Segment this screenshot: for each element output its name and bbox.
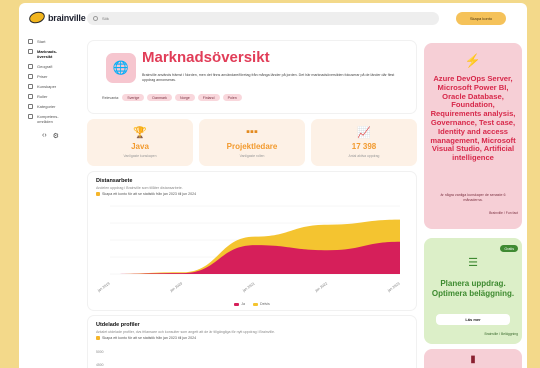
- y-tick-label: 5000: [96, 350, 104, 354]
- globe-icon: 🌐: [106, 53, 136, 83]
- map-icon: [28, 64, 33, 69]
- tag-finland[interactable]: Finland: [197, 94, 220, 101]
- target-icon: [28, 114, 33, 119]
- sidebar-item-skills[interactable]: Kunskaper: [28, 84, 88, 89]
- sidebar-item-geography[interactable]: Geografi: [28, 64, 88, 69]
- brand-name: brainville: [48, 12, 86, 23]
- fun-fact-card: ⚡ Azure DevOps Server, Microsoft Power B…: [424, 43, 522, 229]
- sidebar-item-competence-areas[interactable]: Kompetens-områden: [28, 114, 88, 124]
- fun-fact-subtitle: är några vanliga kunskaper de senaste 6 …: [440, 193, 506, 202]
- free-badge: Gratis: [500, 245, 518, 252]
- planning-title: Planera uppdrag. Optimera beläggning.: [431, 279, 515, 298]
- bulb-icon: [28, 84, 33, 89]
- trophy-icon: 🏆: [133, 127, 147, 139]
- search-icon: [93, 16, 98, 21]
- top-bar: brainville Skapa konto: [19, 3, 527, 33]
- grid-icon: [28, 39, 33, 44]
- brain-logo-icon: [27, 9, 47, 26]
- sidebar: Start Marknads-översikt Geografi Priser …: [28, 39, 88, 140]
- section-title: Distansarbete: [96, 178, 133, 184]
- org-chart-icon: ▪▪▪: [246, 126, 258, 138]
- section-note: Skapa ett konto för att se statistik frå…: [96, 336, 196, 340]
- shared-profiles-card: Utdelade profiler Antalet utdelade profi…: [87, 315, 417, 368]
- folder-icon: [28, 104, 33, 109]
- x-tick-label: jan 2023: [386, 282, 400, 294]
- x-tick-label: jan 2020: [169, 282, 183, 294]
- price-icon: [28, 74, 33, 79]
- create-account-button[interactable]: Skapa konto: [456, 12, 506, 25]
- fun-fact-title: Azure DevOps Server, Microsoft Power BI,…: [430, 74, 516, 163]
- gear-icon[interactable]: ⚙: [53, 132, 59, 140]
- stat-value: Java: [131, 142, 149, 151]
- x-tick-label: jan 2019: [96, 282, 110, 294]
- stat-value: Projektledare: [226, 142, 278, 151]
- promo-card: ▮: [424, 349, 522, 368]
- distance-chart: jan 2019 jan 2020 jan 2021 jan 2022 jan 2023: [96, 205, 401, 294]
- sidebar-item-start[interactable]: Start: [28, 39, 88, 44]
- sidebar-item-categories[interactable]: Kategorier: [28, 104, 88, 109]
- hero-description: Brainville används främst i Norden, men …: [142, 73, 395, 82]
- x-tick-label: jan 2022: [314, 282, 328, 294]
- legend-item-partial[interactable]: Delvis: [253, 302, 270, 306]
- page-title: Marknadsöversikt: [142, 49, 270, 66]
- stat-card-role: ▪▪▪ Projektledare Vanligaste rollen: [199, 119, 305, 166]
- read-more-button[interactable]: Läs mer: [436, 314, 510, 325]
- tag-sweden[interactable]: Sverige: [122, 94, 145, 101]
- list-icon: ☰: [468, 257, 478, 269]
- fun-fact-source: Brainville / Fun fact: [489, 211, 518, 215]
- lightning-icon: ⚡: [464, 53, 482, 68]
- stat-caption: Vanligaste kunskapen: [123, 154, 157, 158]
- tag-poland[interactable]: Polen: [222, 94, 242, 101]
- distance-work-card: Distansarbete Andelen uppdrag i Brainvil…: [87, 171, 417, 311]
- stat-card-skill: 🏆 Java Vanligaste kunskapen: [87, 119, 193, 166]
- lock-icon: [96, 336, 100, 340]
- trend-chart-icon: 📈: [357, 127, 371, 139]
- tag-denmark[interactable]: Danmark: [147, 94, 172, 101]
- y-tick-label: 4500: [96, 363, 104, 367]
- person-icon: [28, 94, 33, 99]
- legend-item-yes[interactable]: Ja: [234, 302, 245, 306]
- tag-norway[interactable]: Norge: [174, 94, 195, 101]
- sidebar-item-prices[interactable]: Priser: [28, 74, 88, 79]
- stat-value: 17 398: [351, 142, 377, 151]
- section-description: Antalet utdelade profiler, dvs frilansar…: [96, 330, 275, 334]
- sidebar-item-roles[interactable]: Roller: [28, 94, 88, 99]
- hero-card: 🌐 Marknadsöversikt Brainville används fr…: [87, 40, 417, 114]
- country-tags: Relevanta: Sverige Danmark Norge Finland…: [102, 94, 242, 101]
- search-bar[interactable]: [87, 12, 439, 25]
- stat-caption: Vanligaste rollen: [239, 154, 265, 158]
- brand-logo[interactable]: brainville: [27, 9, 86, 26]
- planning-source: Brainville / Beläggning: [484, 332, 518, 336]
- briefcase-icon: ▮: [470, 354, 476, 365]
- code-icon[interactable]: ‹›: [42, 132, 47, 140]
- app-frame: brainville Skapa konto Start Marknads-öv…: [19, 3, 527, 368]
- planning-promo-card: Gratis ☰ Planera uppdrag. Optimera beläg…: [424, 238, 522, 344]
- section-description: Andelen uppdrag i Brainville som tillåte…: [96, 186, 183, 190]
- section-title: Utdelade profiler: [96, 322, 140, 328]
- stat-card-assignments: 📈 17 398 Antal aktiva uppdrag: [311, 119, 417, 166]
- stat-caption: Antal aktiva uppdrag: [348, 154, 380, 158]
- sidebar-tools: ‹› ⚙: [42, 132, 88, 140]
- search-input[interactable]: [102, 16, 302, 21]
- chart-legend: Ja Delvis: [88, 302, 416, 306]
- x-tick-label: jan 2021: [241, 282, 255, 294]
- tags-label: Relevanta:: [102, 95, 120, 100]
- chart-icon: [28, 49, 33, 54]
- sidebar-item-market-overview[interactable]: Marknads-översikt: [28, 49, 88, 59]
